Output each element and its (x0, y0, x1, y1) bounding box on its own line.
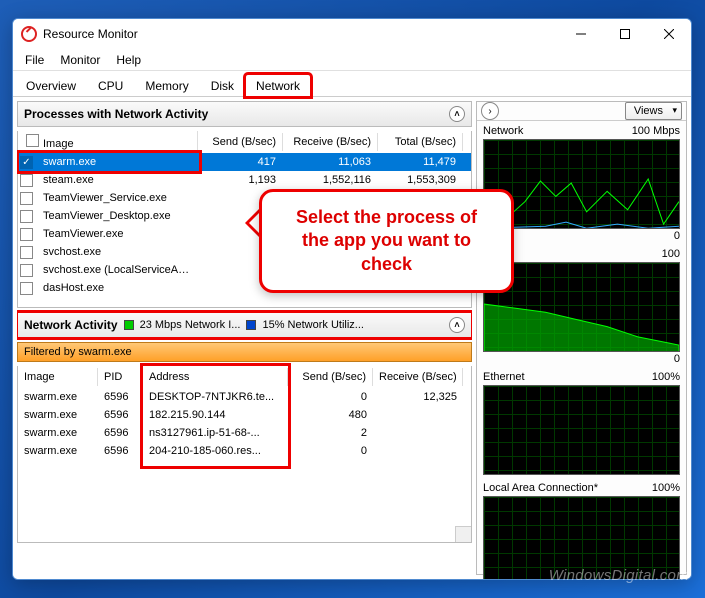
legend-util-icon (246, 320, 256, 330)
graph-min: 0 (483, 353, 680, 365)
cell-send: 417 (197, 155, 282, 169)
cell-image: TeamViewer_Service.exe (37, 191, 197, 205)
callout-tail (231, 209, 259, 237)
tab-overview[interactable]: Overview (15, 74, 87, 97)
cell-image: swarm.exe (18, 444, 98, 458)
legend-io-icon (124, 320, 134, 330)
cell-send: 0 (288, 390, 373, 404)
maximize-button[interactable] (603, 19, 647, 49)
cell-pid: 6596 (98, 444, 143, 458)
cell-image: TeamViewer.exe (37, 227, 197, 241)
tab-memory[interactable]: Memory (134, 74, 199, 97)
views-button[interactable]: Views (625, 102, 682, 120)
processes-columns: Image Send (B/sec) Receive (B/sec) Total… (17, 131, 472, 153)
row-checkbox[interactable] (20, 246, 33, 259)
cell-send: 2 (288, 426, 373, 440)
row-checkbox[interactable] (20, 228, 33, 241)
cell-total: 11,479 (377, 155, 462, 169)
collapse-icon[interactable]: ˄ (449, 317, 465, 333)
table-row[interactable]: swarm.exe6596ns3127961.ip-51-68-...2 (18, 424, 471, 442)
scroll-corner (455, 526, 471, 542)
table-row[interactable]: swarm.exe6596182.215.90.144480 (18, 406, 471, 424)
tabs: Overview CPU Memory Disk Network (13, 71, 691, 97)
graph-canvas (483, 385, 680, 475)
cell-image: TeamViewer_Desktop.exe (37, 209, 197, 223)
close-button[interactable] (647, 19, 691, 49)
cell-image: swarm.exe (37, 155, 197, 169)
cell-total: 1,553,309 (377, 173, 462, 187)
graph-max: 100% (652, 482, 680, 494)
cell-recv (373, 450, 463, 452)
titlebar: Resource Monitor (13, 19, 691, 49)
legend-util-text: 15% Network Utiliz... (262, 319, 363, 331)
expand-arrow-icon[interactable]: › (481, 102, 499, 120)
filter-bar: Filtered by swarm.exe (17, 342, 472, 362)
network-activity-header[interactable]: Network Activity 23 Mbps Network I... 15… (17, 312, 472, 338)
table-row[interactable]: swarm.exe6596DESKTOP-7NTJKR6.te...012,32… (18, 388, 471, 406)
table-row[interactable]: swarm.exe6596204-210-185-060.res...0 (18, 442, 471, 460)
cell-pid: 6596 (98, 426, 143, 440)
window-title: Resource Monitor (43, 27, 559, 41)
cell-recv (373, 414, 463, 416)
cell-image: swarm.exe (18, 408, 98, 422)
processes-header[interactable]: Processes with Network Activity ˄ (17, 101, 472, 127)
processes-title: Processes with Network Activity (24, 107, 208, 121)
graph-max: 100 (662, 248, 680, 260)
menu-file[interactable]: File (17, 51, 52, 69)
cell-recv: 11,063 (282, 155, 377, 169)
table-row[interactable]: steam.exe1,1931,552,1161,553,309 (18, 171, 471, 189)
graph-max: 100 Mbps (632, 125, 680, 137)
app-icon (21, 26, 37, 42)
graph-block: Local Area Connection* 100% (477, 478, 686, 579)
cell-image: dasHost.exe (37, 281, 197, 295)
resource-monitor-window: Resource Monitor File Monitor Help Overv… (12, 18, 692, 580)
cell-address: ns3127961.ip-51-68-... (143, 426, 288, 440)
graph-label: Ethernet (483, 371, 525, 383)
cell-pid: 6596 (98, 390, 143, 404)
cell-image: svchost.exe (37, 245, 197, 259)
minimize-button[interactable] (559, 19, 603, 49)
graph-block: Ethernet 100% (477, 367, 686, 478)
row-checkbox[interactable] (20, 282, 33, 295)
row-checkbox[interactable]: ✓ (20, 156, 33, 169)
cell-address: 182.215.90.144 (143, 408, 288, 422)
network-activity-title: Network Activity (24, 318, 118, 332)
legend-io-text: 23 Mbps Network I... (140, 319, 241, 331)
graph-canvas (483, 496, 680, 579)
cell-image: steam.exe (37, 173, 197, 187)
menu-help[interactable]: Help (108, 51, 149, 69)
tab-network[interactable]: Network (245, 74, 311, 97)
table-row[interactable]: ✓ swarm.exe41711,06311,479 (18, 153, 471, 171)
row-checkbox[interactable] (20, 210, 33, 223)
row-checkbox[interactable] (20, 192, 33, 205)
cell-pid: 6596 (98, 408, 143, 422)
graph-label: Network (483, 125, 523, 137)
tab-cpu[interactable]: CPU (87, 74, 134, 97)
cell-address: DESKTOP-7NTJKR6.te... (143, 390, 288, 404)
cell-recv: 12,325 (373, 390, 463, 404)
graphs-sidebar: › Views Network100 Mbps01000Ethernet100%… (476, 101, 687, 575)
tab-disk[interactable]: Disk (200, 74, 245, 97)
row-checkbox[interactable] (20, 174, 33, 187)
cell-recv (373, 432, 463, 434)
cell-recv: 1,552,116 (282, 173, 377, 187)
graph-max: 100% (652, 371, 680, 383)
checkbox-header[interactable] (26, 134, 39, 147)
cell-image: svchost.exe (LocalServiceAn... (37, 263, 197, 277)
cell-image: swarm.exe (18, 426, 98, 440)
cell-image: swarm.exe (18, 390, 98, 404)
row-checkbox[interactable] (20, 264, 33, 277)
cell-send: 1,193 (197, 173, 282, 187)
collapse-icon[interactable]: ˄ (449, 106, 465, 122)
menubar: File Monitor Help (13, 49, 691, 71)
activity-table[interactable]: swarm.exe6596DESKTOP-7NTJKR6.te...012,32… (17, 388, 472, 543)
activity-columns: Image PID Address Send (B/sec) Receive (… (17, 366, 472, 388)
annotation-callout: Select the process of the app you want t… (259, 189, 514, 293)
cell-address: 204-210-185-060.res... (143, 444, 288, 458)
graph-label: Local Area Connection* (483, 482, 598, 494)
cell-send: 480 (288, 408, 373, 422)
cell-send: 0 (288, 444, 373, 458)
menu-monitor[interactable]: Monitor (52, 51, 108, 69)
